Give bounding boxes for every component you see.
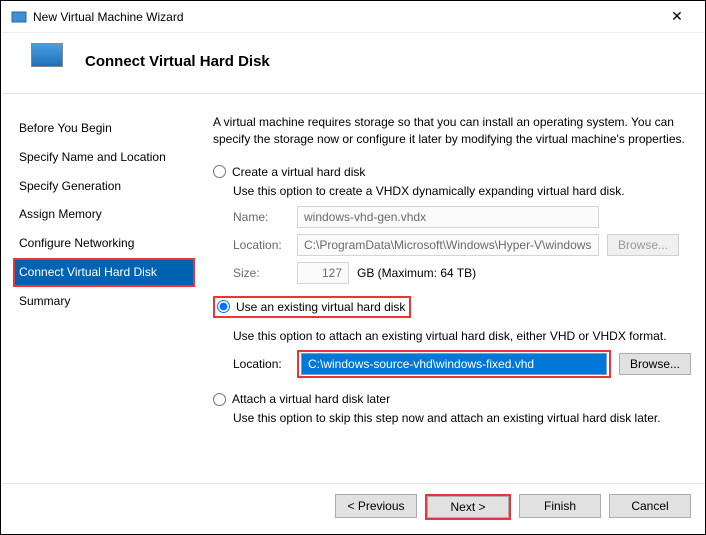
- option-create: Create a virtual hard disk Use this opti…: [213, 165, 691, 284]
- create-name-label: Name:: [233, 210, 289, 224]
- wizard-icon: [11, 9, 27, 25]
- radio-existing[interactable]: [217, 300, 230, 313]
- titlebar: New Virtual Machine Wizard ✕: [1, 1, 705, 33]
- radio-later[interactable]: [213, 393, 226, 406]
- cancel-button[interactable]: Cancel: [609, 494, 691, 518]
- step-specify-generation[interactable]: Specify Generation: [13, 172, 195, 201]
- intro-text: A virtual machine requires storage so th…: [213, 114, 691, 149]
- close-button[interactable]: ✕: [657, 8, 697, 25]
- existing-browse-button[interactable]: Browse...: [619, 353, 691, 375]
- create-size-label: Size:: [233, 266, 289, 280]
- existing-location-label: Location:: [233, 357, 289, 371]
- step-connect-vhd[interactable]: Connect Virtual Hard Disk: [13, 258, 195, 287]
- footer: < Previous Next > Finish Cancel: [1, 483, 705, 534]
- option-later: Attach a virtual hard disk later Use thi…: [213, 392, 691, 427]
- page-header: Connect Virtual Hard Disk: [1, 33, 705, 94]
- main-panel: A virtual machine requires storage so th…: [199, 114, 701, 483]
- option-create-label: Create a virtual hard disk: [232, 165, 365, 179]
- option-later-desc: Use this option to skip this step now an…: [233, 410, 691, 427]
- sidebar: Before You Begin Specify Name and Locati…: [13, 114, 199, 483]
- wizard-window: New Virtual Machine Wizard ✕ Connect Vir…: [0, 0, 706, 535]
- step-before-you-begin[interactable]: Before You Begin: [13, 114, 195, 143]
- radio-create[interactable]: [213, 165, 226, 178]
- window-title: New Virtual Machine Wizard: [33, 10, 184, 24]
- option-existing-label: Use an existing virtual hard disk: [236, 300, 405, 314]
- create-size-suffix: GB (Maximum: 64 TB): [357, 266, 476, 280]
- create-browse-button: Browse...: [607, 234, 679, 256]
- create-location-input: [297, 234, 599, 256]
- create-size-input: [297, 262, 349, 284]
- option-existing: Use an existing virtual hard disk Use th…: [213, 296, 691, 379]
- step-configure-networking[interactable]: Configure Networking: [13, 229, 195, 258]
- finish-button[interactable]: Finish: [519, 494, 601, 518]
- previous-button[interactable]: < Previous: [335, 494, 417, 518]
- create-name-input: [297, 206, 599, 228]
- disk-icon: [31, 43, 63, 67]
- step-specify-name[interactable]: Specify Name and Location: [13, 143, 195, 172]
- page-title: Connect Virtual Hard Disk: [85, 53, 270, 70]
- step-assign-memory[interactable]: Assign Memory: [13, 200, 195, 229]
- option-create-desc: Use this option to create a VHDX dynamic…: [233, 183, 691, 200]
- step-summary[interactable]: Summary: [13, 287, 195, 316]
- existing-location-input[interactable]: [301, 353, 607, 375]
- next-button[interactable]: Next >: [427, 496, 509, 518]
- create-location-label: Location:: [233, 238, 289, 252]
- option-existing-desc: Use this option to attach an existing vi…: [233, 328, 691, 345]
- option-later-label: Attach a virtual hard disk later: [232, 392, 390, 406]
